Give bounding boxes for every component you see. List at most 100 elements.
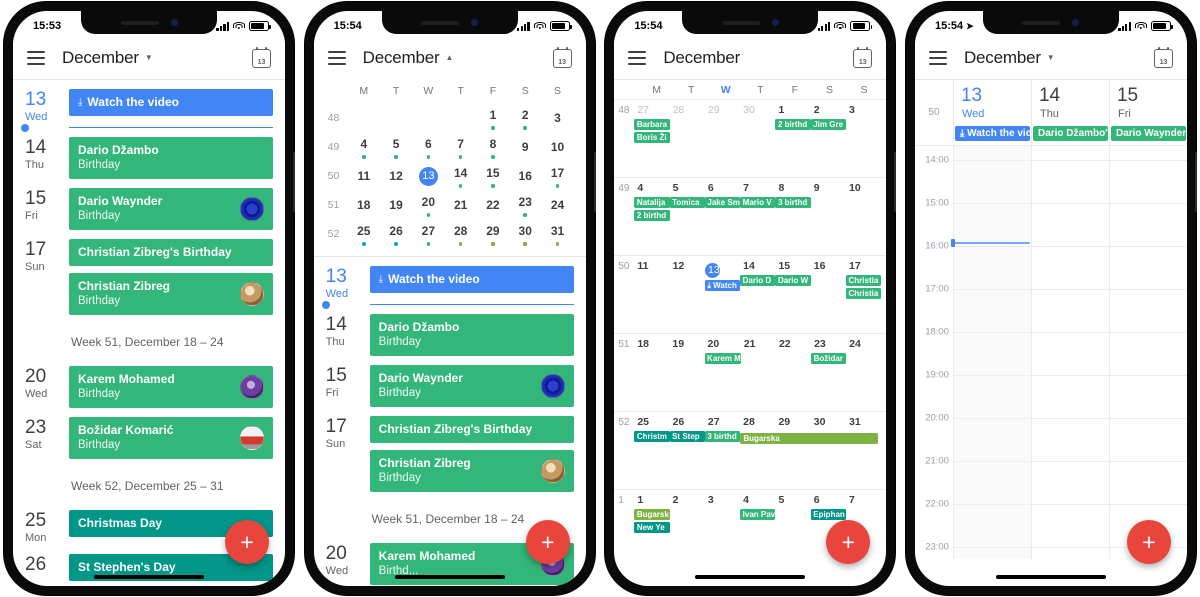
- mini-month-day[interactable]: 11: [348, 167, 380, 185]
- hamburger-icon[interactable]: [327, 51, 346, 65]
- event-chip[interactable]: Božidar Komarić Birthday: [69, 417, 273, 459]
- hamburger-icon[interactable]: [928, 51, 947, 65]
- calendar-today-icon[interactable]: 13: [1153, 46, 1173, 68]
- month-day-cell[interactable]: 30: [811, 412, 846, 489]
- mini-month-day[interactable]: 1: [477, 106, 509, 130]
- event-chip[interactable]: 2 birthd: [634, 209, 670, 221]
- month-day-cell[interactable]: 4 Ivan Pav: [740, 490, 776, 567]
- mini-month-day[interactable]: 26: [380, 222, 412, 246]
- all-day-event[interactable]: ⤓ Watch the vide: [954, 126, 1030, 141]
- month-day-cell[interactable]: 2 Jim Gre: [810, 100, 847, 177]
- month-day-cell[interactable]: 3: [846, 100, 881, 177]
- event-chip[interactable]: 2 birthd: [775, 119, 811, 130]
- day-columns[interactable]: [950, 146, 1187, 559]
- month-day-cell[interactable]: 25 Christm: [634, 412, 670, 489]
- event-chip[interactable]: Dario Džambo Birthday: [69, 137, 273, 179]
- event-chip[interactable]: Božidar: [811, 353, 847, 364]
- mini-month-day[interactable]: 12: [380, 167, 412, 185]
- mini-month-grid[interactable]: M T W T F S S 48 1 2 3 49 4 5 6 7 8 9 10 50 11 12 13 14 1…: [313, 79, 586, 256]
- month-day-cell[interactable]: 16: [811, 256, 846, 333]
- event-chip[interactable]: St Step: [669, 431, 705, 442]
- event-chip[interactable]: 3 birthd: [775, 197, 811, 208]
- day-column-header[interactable]: 14 Thu Dario Džambo's b: [1030, 80, 1109, 145]
- event-chip[interactable]: Dario Džambo Birthday: [369, 314, 574, 356]
- calendar-today-icon[interactable]: 13: [853, 46, 873, 68]
- all-day-event[interactable]: Dario Džambo's b: [1032, 126, 1108, 141]
- event-chip[interactable]: Jim Gre: [810, 119, 847, 130]
- event-chip[interactable]: Christian Zibreg's Birthday: [369, 416, 574, 443]
- day-column-header[interactable]: 15 Fri Dario Waynder's b: [1108, 80, 1187, 145]
- mini-month-day[interactable]: 17: [541, 164, 573, 188]
- event-chip[interactable]: Karem M: [704, 353, 741, 364]
- event-chip[interactable]: Barbara: [634, 119, 670, 130]
- mini-month-day[interactable]: 23: [509, 193, 541, 217]
- month-day-cell[interactable]: 17 Christia Christia: [846, 256, 882, 333]
- chevron-down-icon[interactable]: ▼: [145, 53, 153, 62]
- all-day-event[interactable]: Dario Waynder's b: [1110, 126, 1186, 141]
- month-day-cell[interactable]: 29: [775, 412, 810, 489]
- month-day-cell[interactable]: 24: [846, 334, 881, 411]
- month-day-cell[interactable]: 22: [776, 334, 811, 411]
- event-chip[interactable]: Christian Zibreg Birthday: [369, 450, 574, 492]
- mini-month-day[interactable]: 31: [541, 222, 573, 246]
- mini-month-day[interactable]: 10: [541, 138, 573, 156]
- day-column-14[interactable]: [1030, 146, 1109, 559]
- event-chip[interactable]: Dario Waynder Birthday: [369, 365, 574, 407]
- event-chip[interactable]: Epiphan: [810, 509, 847, 520]
- month-day-cell[interactable]: 5 Tomica: [669, 178, 705, 255]
- event-chip[interactable]: Dario D: [740, 275, 776, 286]
- mini-month-day[interactable]: 4: [348, 135, 380, 159]
- calendar-today-icon[interactable]: 13: [552, 46, 572, 68]
- month-day-cell[interactable]: 3: [705, 490, 740, 567]
- month-day-cell[interactable]: 4 Natalija 2 birthd: [634, 178, 670, 255]
- event-chip[interactable]: ⤓ Watch the video: [69, 89, 273, 116]
- month-day-cell[interactable]: 21: [741, 334, 776, 411]
- month-day-cell[interactable]: 23 Božidar: [811, 334, 847, 411]
- event-chip[interactable]: Dario Waynder Birthday: [69, 188, 273, 230]
- month-day-cell[interactable]: 1 Bugarsk New Ye: [634, 490, 670, 567]
- event-chip[interactable]: Christm: [634, 431, 670, 442]
- event-chip[interactable]: ⤓ Watch the video: [369, 266, 574, 293]
- mini-month-day[interactable]: 18: [348, 196, 380, 214]
- month-day-cell[interactable]: 20 Karem M: [704, 334, 741, 411]
- mini-month-day[interactable]: 14: [445, 164, 477, 188]
- mini-month-day[interactable]: 20: [412, 193, 444, 217]
- calendar-today-icon[interactable]: 13: [252, 46, 271, 68]
- event-chip[interactable]: Dario W: [775, 275, 811, 286]
- mini-month-day[interactable]: 5: [380, 135, 412, 159]
- mini-month-day[interactable]: 21: [445, 196, 477, 214]
- month-day-cell[interactable]: 30: [740, 100, 775, 177]
- month-day-cell[interactable]: 27 Barbara Boris Ži: [634, 100, 670, 177]
- month-day-cell[interactable]: 28: [740, 412, 775, 489]
- month-day-cell[interactable]: 8 3 birthd: [775, 178, 811, 255]
- month-day-cell[interactable]: 7 Mario V: [740, 178, 776, 255]
- month-day-cell[interactable]: 31: [846, 412, 881, 489]
- day-column-header[interactable]: 13 Wed ⤓ Watch the vide: [952, 80, 1031, 145]
- mini-month-day[interactable]: 2: [509, 106, 541, 130]
- schedule-list[interactable]: 13 Wed ⤓ Watch the video 14 Thu Dario Dž…: [13, 80, 285, 586]
- add-event-fab[interactable]: +: [826, 520, 871, 564]
- day-view-grid[interactable]: 14:00 15:00 16:00 17:00 18:00 19:00 20:00 21:00…: [915, 146, 1187, 559]
- mini-month-day[interactable]: 6: [412, 135, 444, 159]
- mini-month-day[interactable]: 3: [541, 109, 573, 127]
- add-event-fab[interactable]: +: [525, 520, 570, 564]
- month-day-cell[interactable]: 26 St Step: [669, 412, 705, 489]
- month-grid-body[interactable]: 48 27 Barbara Boris Ži 28 29 30 1 2 birthd 2 Jim G…: [614, 99, 887, 586]
- mini-month-day[interactable]: 19: [380, 196, 412, 214]
- month-day-cell[interactable]: 6 Jake Sm: [704, 178, 741, 255]
- month-day-cell[interactable]: 28: [670, 100, 705, 177]
- event-chip[interactable]: Jake Sm: [704, 197, 741, 208]
- multi-day-event-span[interactable]: Bugarska: [740, 433, 879, 444]
- event-chip[interactable]: New Ye: [634, 521, 670, 533]
- month-day-cell[interactable]: 2: [670, 490, 705, 567]
- mini-month-day[interactable]: 24: [541, 196, 573, 214]
- month-day-cell[interactable]: 12: [670, 256, 705, 333]
- month-day-cell[interactable]: 9: [811, 178, 846, 255]
- mini-month-day[interactable]: 9: [509, 138, 541, 156]
- mini-month-day[interactable]: 8: [477, 135, 509, 159]
- month-day-cell[interactable]: 14 Dario D: [740, 256, 776, 333]
- add-event-fab[interactable]: +: [1126, 520, 1171, 564]
- chevron-up-icon[interactable]: ▲: [445, 53, 453, 62]
- mini-month-day[interactable]: 25: [348, 222, 380, 246]
- chevron-down-icon[interactable]: ▼: [1047, 53, 1055, 62]
